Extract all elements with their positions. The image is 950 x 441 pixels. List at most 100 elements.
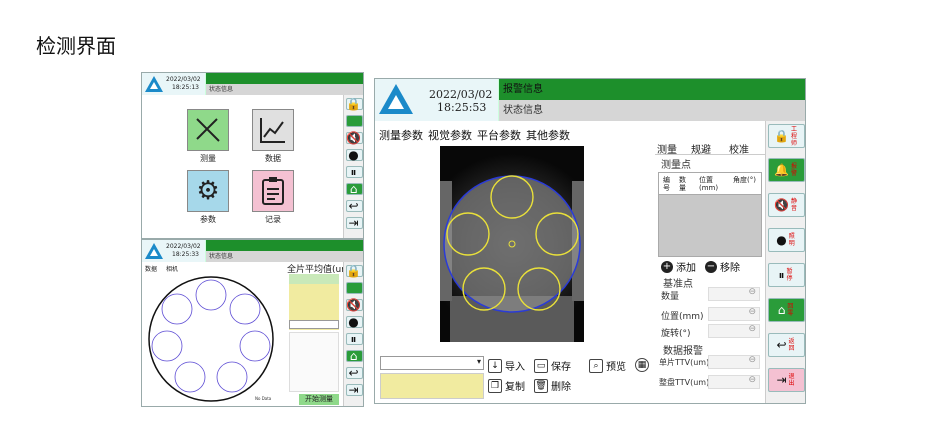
side-toolbar: 🔒 工程师 🔔 报警 🔇 静音 ● 照明 ⏸ 暂停 ⌂ 回零 ↩ 返回 ⇥ 退出 [765,121,805,403]
recipe-select[interactable]: ▾ [380,356,484,370]
logo-icon [379,84,413,114]
pause-icon: ⏸ [778,267,785,282]
lock-icon: 🔒 [774,129,789,143]
log-area [289,332,339,392]
base-position-label: 位置(mm) [661,312,704,322]
side-btn-light[interactable]: ● [346,315,363,329]
header-date: 2022/03/02 [166,243,201,250]
import-label: 导入 [505,362,525,373]
side-btn-lock[interactable]: 🔒 [346,264,363,278]
tab-measure-params[interactable]: 测量参数 [379,127,423,143]
side-btn-light-label: 照明 [788,233,795,247]
alarm-bar: 报警信息 [499,79,805,100]
measure-points-table: 编号 数量 位置(mm) 角度(°) [658,172,762,257]
remove-point-button[interactable]: − 移除 [705,259,740,274]
exit-icon: ⇥ [776,373,787,387]
side-btn-pause[interactable]: ⏸ [346,165,363,179]
copy-label: 复制 [505,382,525,393]
tile-records[interactable] [252,170,294,212]
tile-data-label: 数据 [265,154,281,163]
side-btn-light[interactable]: ● 照明 [768,228,805,252]
side-btn-home-label: 回零 [787,303,794,317]
side-btn-alarm[interactable] [346,282,363,294]
trash-icon: 🗑 [534,378,548,393]
status-bar: 状态信息 [499,100,805,121]
preview-icon: ⌕ [589,358,603,373]
side-btn-home[interactable]: ⌂ [346,349,363,363]
status-text: 状态信息 [503,105,543,116]
preview-button[interactable]: ⌕ 预览 [589,358,626,373]
tab-measure[interactable]: 测量 [657,141,677,156]
alarm-bell-icon: 🔔 [774,163,789,177]
preview-label: 预览 [606,362,626,373]
measure-points-title: 测量点 [661,160,691,171]
tile-measure-label: 测量 [200,154,216,163]
total-ttv-field[interactable] [708,375,760,389]
base-position-field[interactable] [708,307,760,321]
side-btn-mute[interactable]: 🔇 静音 [768,193,805,217]
side-btn-lock[interactable]: 🔒 [346,97,363,111]
header-time: 18:25:33 [172,251,199,258]
header-time: 18:25:53 [437,101,487,114]
tile-params[interactable]: ⚙ [187,170,229,212]
base-rotation-field[interactable] [708,324,760,338]
save-icon: ▭ [534,358,548,373]
clipboard-icon [262,177,284,205]
tab-other-params[interactable]: 其他参数 [526,127,570,143]
result-panel-green [289,274,339,284]
save-button[interactable]: ▭ 保存 [534,358,571,373]
grid-button[interactable]: ▦ [635,358,649,372]
side-btn-home[interactable]: ⌂ 回零 [768,298,805,322]
input-box[interactable] [289,320,339,329]
side-btn-back-label: 返回 [788,338,795,352]
copy-button[interactable]: ❐ 复制 [488,378,525,393]
status-bar: 状态信息 [206,84,363,95]
import-button[interactable]: ↓ 导入 [488,358,525,373]
tile-measure[interactable] [187,109,229,151]
side-btn-back[interactable]: ↩ [346,366,363,380]
side-btn-pause[interactable]: ⏸ [346,332,363,346]
side-btn-back[interactable]: ↩ 返回 [768,333,805,357]
side-btn-back[interactable]: ↩ [346,199,363,213]
side-btn-light[interactable]: ● [346,148,363,162]
tab-avoid[interactable]: 规避 [691,141,711,156]
side-btn-engineer[interactable]: 🔒 工程师 [768,124,805,148]
delete-button[interactable]: 🗑 删除 [534,378,571,393]
data-alarm-title: 数据报警 [663,346,703,357]
tab-calibrate[interactable]: 校准 [729,141,749,156]
start-measure-button[interactable]: 开始测量 [299,394,339,405]
side-toolbar: 🔒 🔇 ● ⏸ ⌂ ↩ ⇥ [343,262,363,406]
header-date: 2022/03/02 [429,88,493,101]
side-btn-exit[interactable]: ⇥ 退出 [768,368,805,392]
add-point-button[interactable]: + 添加 [661,259,696,274]
remove-label: 移除 [720,263,740,274]
col-header-count: 数量 [679,176,686,192]
single-ttv-field[interactable] [708,355,760,369]
side-btn-pause[interactable]: ⏸ 暂停 [768,263,805,287]
tile-data[interactable] [252,109,294,151]
no-data-label: No Data [255,396,272,401]
ruler-pencil-icon [196,118,220,142]
recipe-note[interactable] [380,373,484,399]
side-toolbar: 🔒 🔇 ● ⏸ ⌂ ↩ ⇥ [343,95,363,238]
mute-speaker-icon: 🔇 [774,198,789,212]
line-chart-icon [260,118,285,143]
side-btn-mute[interactable]: 🔇 [346,298,363,312]
side-btn-exit[interactable]: ⇥ [346,383,363,397]
base-points-title: 基准点 [663,279,693,290]
side-btn-exit[interactable]: ⇥ [346,216,363,230]
side-btn-alarm[interactable]: 🔔 报警 [768,158,805,182]
side-btn-alarm-label: 报警 [790,163,797,177]
tab-platform-params[interactable]: 平台参数 [477,127,521,143]
header-time: 18:25:13 [172,84,199,91]
status-text: 状态信息 [209,86,234,93]
side-btn-mute[interactable]: 🔇 [346,131,363,145]
copy-icon: ❐ [488,378,502,393]
side-btn-pause-label: 暂停 [786,268,793,282]
table-header: 编号 数量 位置(mm) 角度(°) [659,173,761,195]
side-btn-home[interactable]: ⌂ [346,182,363,196]
tab-vision-params[interactable]: 视觉参数 [428,127,472,143]
base-count-field[interactable] [708,287,760,301]
grid-icon: ▦ [635,358,649,372]
side-btn-alarm[interactable] [346,115,363,127]
